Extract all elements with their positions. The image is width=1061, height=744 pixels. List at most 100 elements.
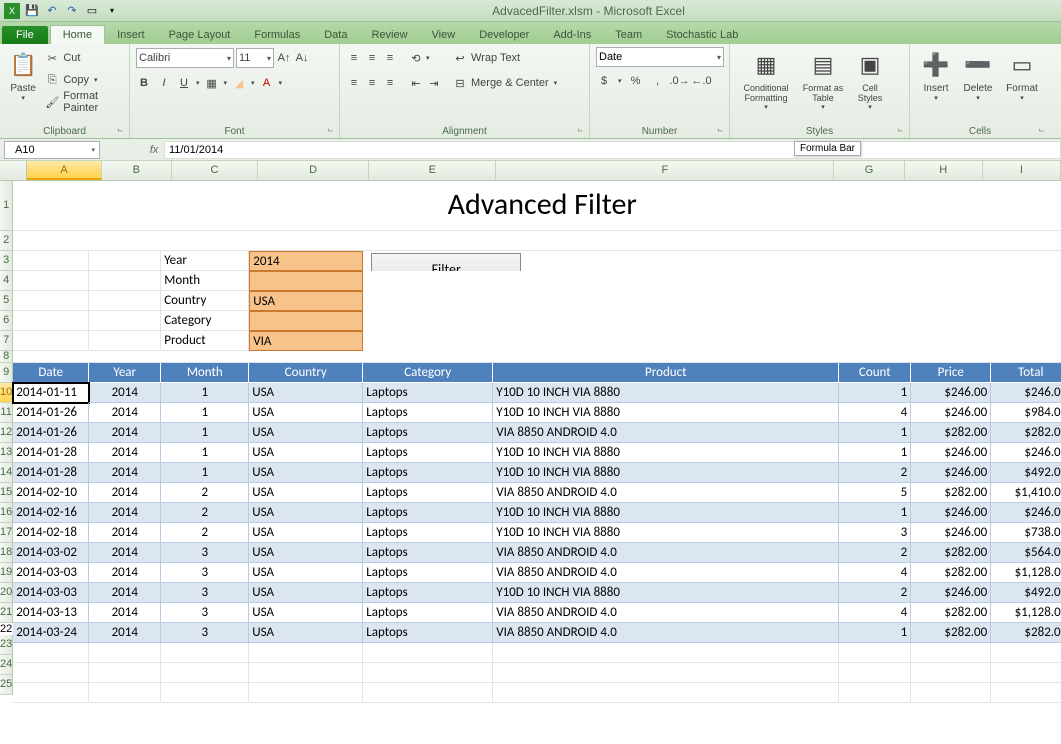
cell-count[interactable]: 1: [839, 443, 911, 463]
cell-month[interactable]: 1: [161, 403, 249, 423]
cell-category[interactable]: Laptops: [363, 483, 493, 503]
cell-count[interactable]: 4: [839, 603, 911, 623]
row-header-20[interactable]: 20: [0, 583, 13, 603]
cell-product[interactable]: VIA 8850 ANDROID 4.0: [493, 603, 839, 623]
cell-year[interactable]: 2014: [89, 603, 161, 623]
cell-category[interactable]: Laptops: [363, 603, 493, 623]
cell-price[interactable]: $246.00: [911, 383, 991, 403]
cell-category[interactable]: Laptops: [363, 563, 493, 583]
col-header-A[interactable]: A: [27, 161, 101, 180]
accounting-icon[interactable]: $: [596, 73, 612, 89]
tab-developer[interactable]: Developer: [467, 26, 541, 44]
row-header-10[interactable]: 10: [0, 383, 13, 403]
cell-price[interactable]: $246.00: [911, 503, 991, 523]
select-all-corner[interactable]: [0, 161, 27, 180]
cell-total[interactable]: $1,128.00: [991, 603, 1061, 623]
cell-E25[interactable]: [363, 683, 493, 703]
cell-count[interactable]: 1: [839, 423, 911, 443]
cell-date[interactable]: 2014-02-16: [13, 503, 89, 523]
cell-F23[interactable]: [493, 643, 839, 663]
cell-product[interactable]: Y10D 10 INCH VIA 8880: [493, 403, 839, 423]
row-header-15[interactable]: 15: [0, 483, 13, 503]
filter-year-label[interactable]: Year: [161, 251, 249, 271]
row-header-4[interactable]: 4: [0, 271, 13, 291]
cell-month[interactable]: 2: [161, 503, 249, 523]
th-category[interactable]: Category: [363, 363, 493, 383]
cell-B5[interactable]: [89, 291, 161, 311]
tab-page-layout[interactable]: Page Layout: [157, 26, 243, 44]
cell-country[interactable]: USA: [249, 403, 363, 423]
row-header-18[interactable]: 18: [0, 543, 13, 563]
row-header-16[interactable]: 16: [0, 503, 13, 523]
underline-icon[interactable]: U: [176, 75, 192, 91]
qat-more-icon[interactable]: ▾: [104, 3, 120, 19]
cell-A6[interactable]: [13, 311, 89, 331]
cell-A7[interactable]: [13, 331, 89, 351]
filter-country-value[interactable]: USA: [249, 291, 363, 311]
row-header-22[interactable]: 22: [0, 623, 13, 635]
cell-row8[interactable]: [13, 351, 1061, 363]
cell-A5[interactable]: [13, 291, 89, 311]
cell-month[interactable]: 2: [161, 523, 249, 543]
cell-month[interactable]: 1: [161, 383, 249, 403]
cell-year[interactable]: 2014: [89, 523, 161, 543]
cell-product[interactable]: Y10D 10 INCH VIA 8880: [493, 383, 839, 403]
cell-price[interactable]: $246.00: [911, 523, 991, 543]
cell-A23[interactable]: [13, 643, 89, 663]
cell-product[interactable]: Y10D 10 INCH VIA 8880: [493, 463, 839, 483]
cell-H23[interactable]: [911, 643, 991, 663]
cell-A24[interactable]: [13, 663, 89, 683]
cell-I25[interactable]: [991, 683, 1061, 703]
col-header-D[interactable]: D: [258, 161, 369, 180]
cell-total[interactable]: $492.00: [991, 583, 1061, 603]
cell-G24[interactable]: [839, 663, 911, 683]
tab-review[interactable]: Review: [359, 26, 419, 44]
th-year[interactable]: Year: [89, 363, 161, 383]
cell-product[interactable]: Y10D 10 INCH VIA 8880: [493, 583, 839, 603]
col-header-I[interactable]: I: [983, 161, 1061, 180]
cell-year[interactable]: 2014: [89, 443, 161, 463]
cell-count[interactable]: 2: [839, 463, 911, 483]
cell-category[interactable]: Laptops: [363, 543, 493, 563]
col-header-G[interactable]: G: [834, 161, 904, 180]
cell-total[interactable]: $1,128.00: [991, 563, 1061, 583]
row-header-11[interactable]: 11: [0, 403, 13, 423]
cell-country[interactable]: USA: [249, 543, 363, 563]
cell-month[interactable]: 2: [161, 483, 249, 503]
col-header-H[interactable]: H: [905, 161, 983, 180]
cell-total[interactable]: $282.00: [991, 423, 1061, 443]
cell-category[interactable]: Laptops: [363, 583, 493, 603]
tab-formulas[interactable]: Formulas: [242, 26, 312, 44]
cell-category[interactable]: Laptops: [363, 383, 493, 403]
font-color-icon[interactable]: A: [259, 75, 275, 91]
cell-product[interactable]: VIA 8850 ANDROID 4.0: [493, 563, 839, 583]
cell-year[interactable]: 2014: [89, 423, 161, 443]
row-header-9[interactable]: 9: [0, 363, 13, 383]
th-month[interactable]: Month: [161, 363, 249, 383]
number-format-combo[interactable]: Date▾: [596, 47, 724, 67]
cell-product[interactable]: VIA 8850 ANDROID 4.0: [493, 623, 839, 643]
cell-total[interactable]: $984.00: [991, 403, 1061, 423]
cell-A4[interactable]: [13, 271, 89, 291]
tab-addins[interactable]: Add-Ins: [541, 26, 603, 44]
cell-total[interactable]: $492.00: [991, 463, 1061, 483]
bold-icon[interactable]: B: [136, 75, 152, 91]
cell-month[interactable]: 1: [161, 443, 249, 463]
cell-country[interactable]: USA: [249, 603, 363, 623]
cell-country[interactable]: USA: [249, 423, 363, 443]
cell-year[interactable]: 2014: [89, 383, 161, 403]
cell-date[interactable]: 2014-03-13: [13, 603, 89, 623]
page-title[interactable]: Advanced Filter: [13, 181, 1061, 231]
cell-category[interactable]: Laptops: [363, 443, 493, 463]
cell-total[interactable]: $1,410.00: [991, 483, 1061, 503]
align-top-icon[interactable]: ≡: [346, 50, 362, 66]
filter-product-value[interactable]: VIA: [249, 331, 363, 351]
cell-B3[interactable]: [89, 251, 161, 271]
cell-H24[interactable]: [911, 663, 991, 683]
cell-price[interactable]: $246.00: [911, 463, 991, 483]
cell-G23[interactable]: [839, 643, 911, 663]
paste-button[interactable]: 📋 Paste ▾: [6, 47, 40, 102]
cell-A25[interactable]: [13, 683, 89, 703]
filter-category-label[interactable]: Category: [161, 311, 249, 331]
cell-H25[interactable]: [911, 683, 991, 703]
